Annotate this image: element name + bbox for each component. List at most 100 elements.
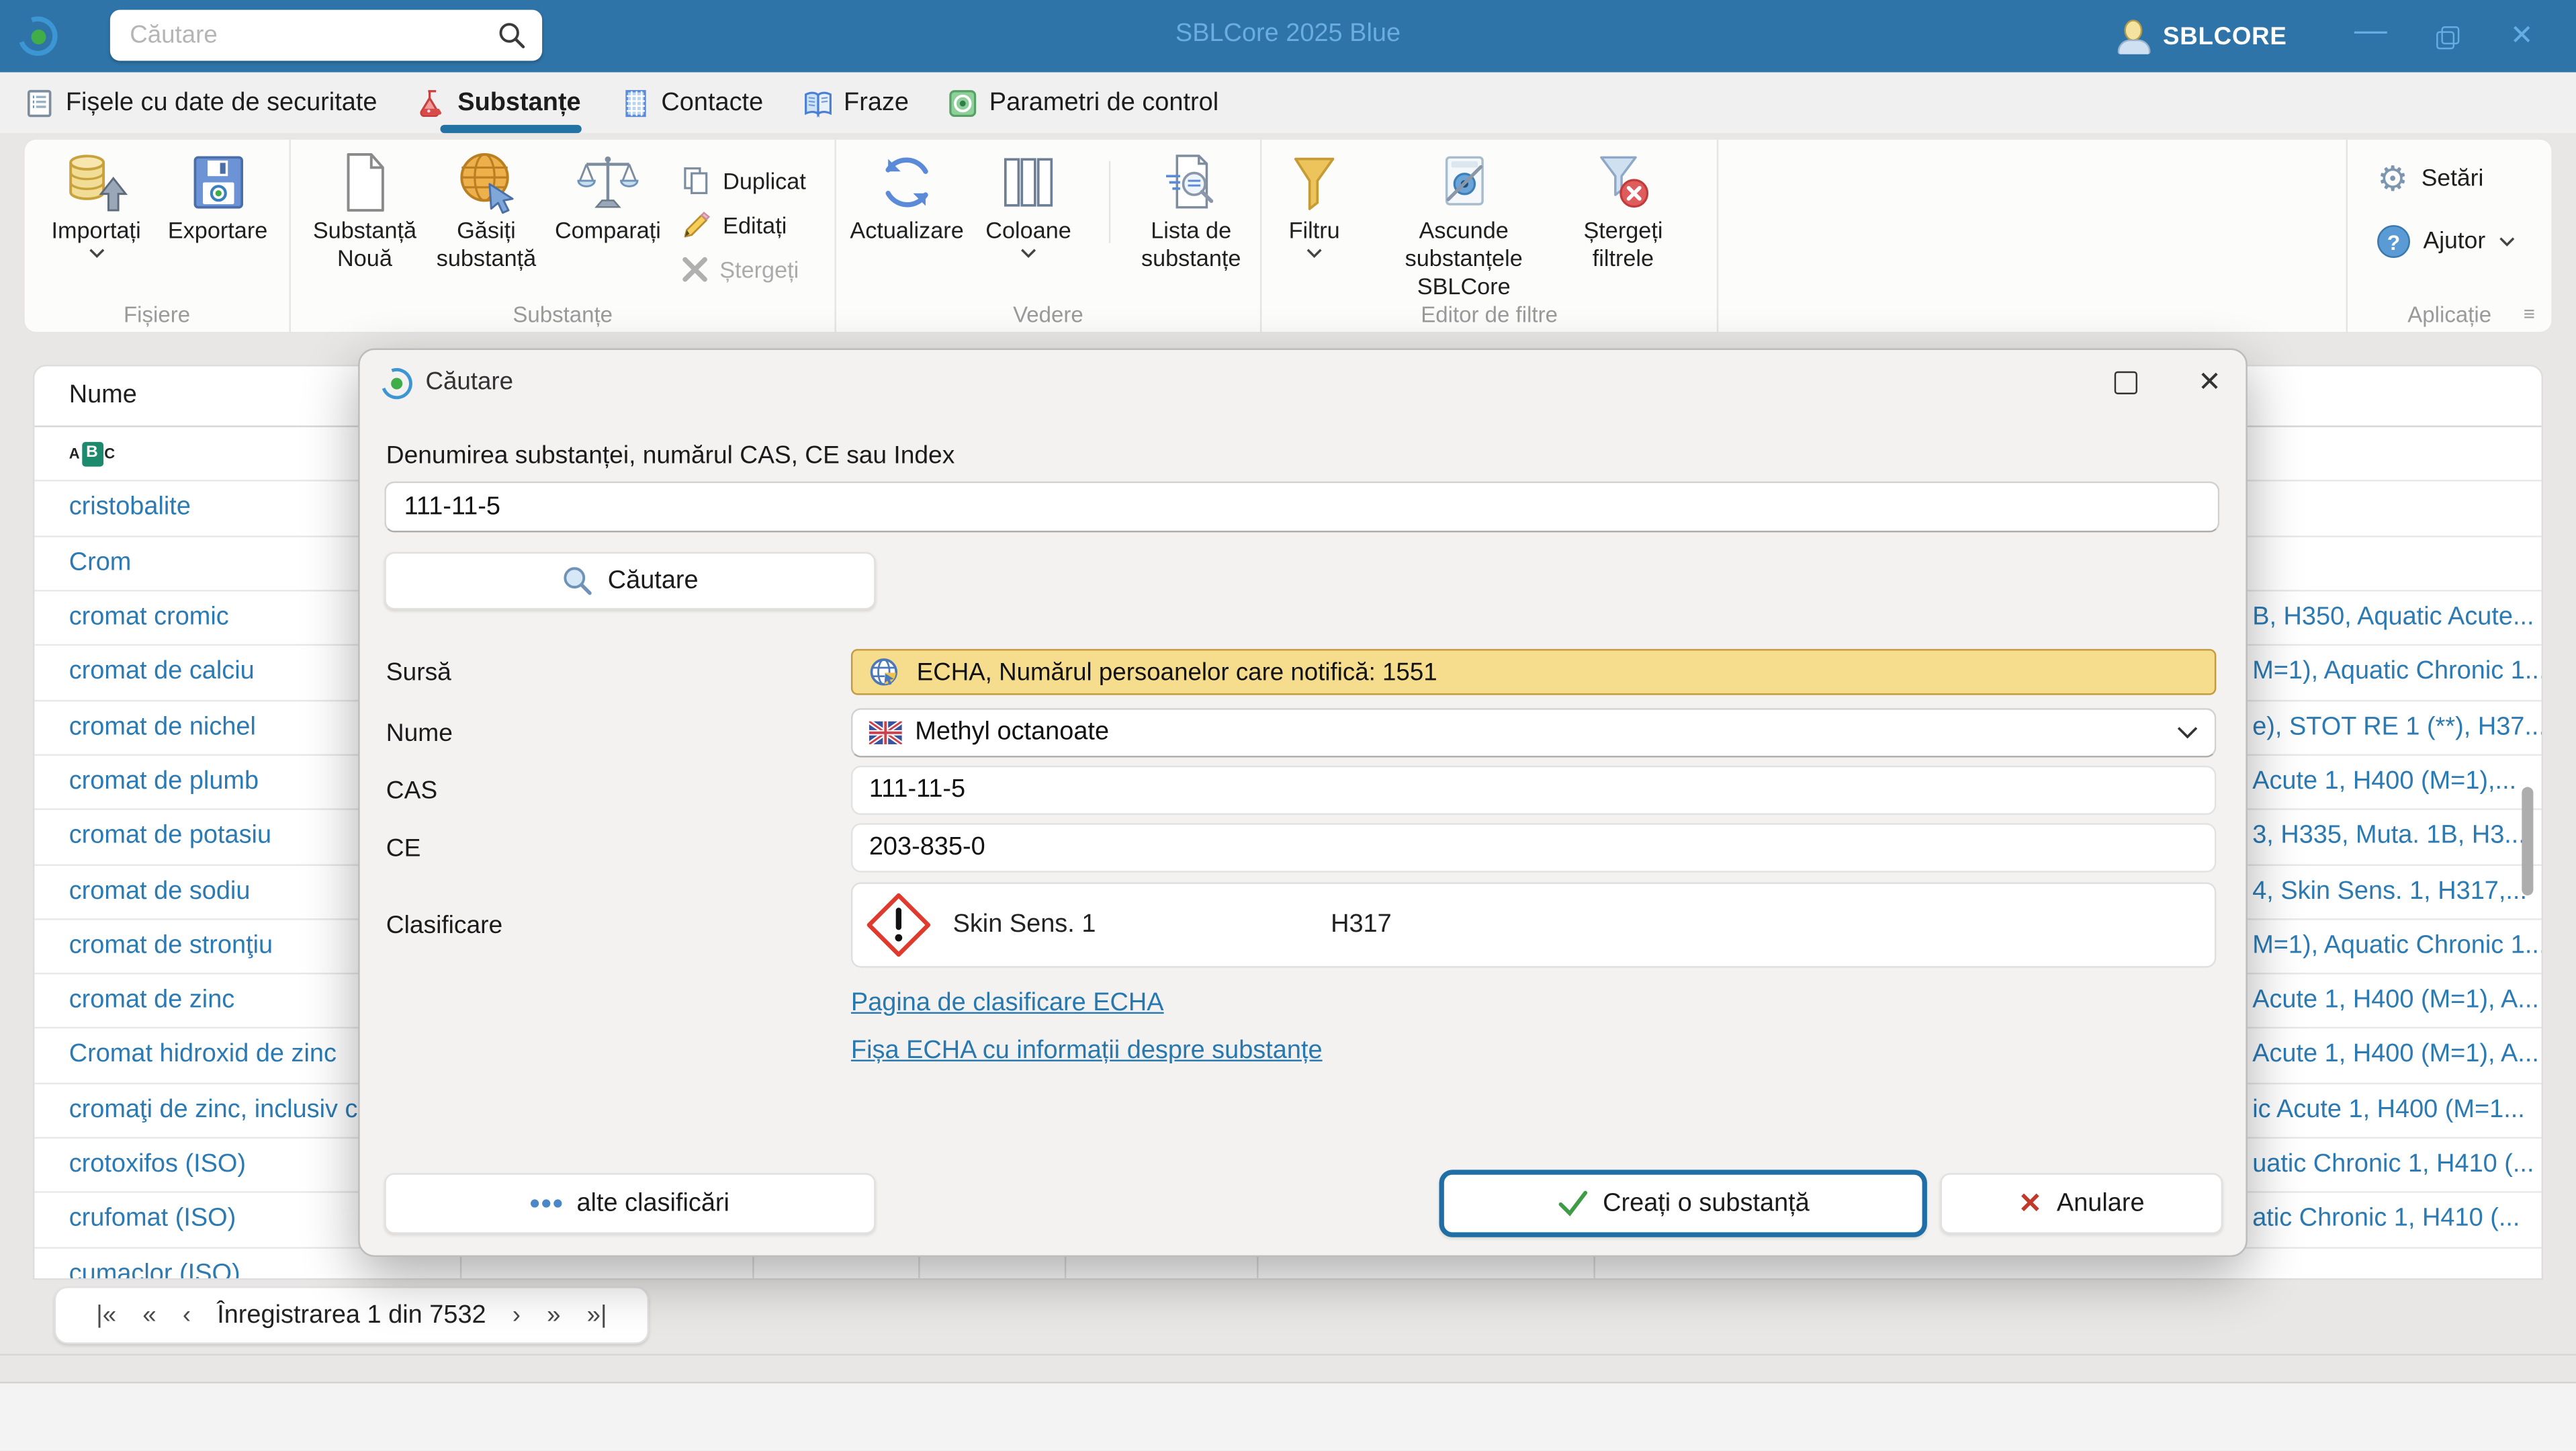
query-input[interactable]: [384, 482, 2219, 533]
import-button[interactable]: Importați: [38, 148, 153, 258]
settings-button[interactable]: ⚙ Setări: [2377, 163, 2551, 195]
globe-search-icon: [453, 148, 519, 217]
classification-fragment: Acute 1, H400 (M=1), A...: [2252, 1029, 2539, 1082]
prev-record-button[interactable]: ‹: [183, 1301, 191, 1329]
name-value: Methyl octanoate: [915, 718, 1109, 748]
last-record-button[interactable]: »|: [587, 1301, 607, 1329]
control-target-icon: [948, 88, 978, 118]
check-icon: [1557, 1190, 1588, 1218]
chevron-down-icon: [1020, 248, 1036, 258]
classification-fragment: M=1), Aquatic Chronic 1...: [2252, 920, 2543, 973]
classification-fragment: atic Chronic 1, H410 (...: [2252, 1194, 2520, 1247]
minimize-button[interactable]: —: [2333, 0, 2409, 77]
echa-classification-link[interactable]: Pagina de clasificare ECHA: [851, 989, 1164, 1018]
edit-button[interactable]: Editați: [682, 207, 806, 243]
other-classifications-button[interactable]: alte clasificări: [384, 1173, 875, 1233]
dialog-search-button[interactable]: Căutare: [384, 552, 875, 610]
dialog-close-button[interactable]: ✕: [2186, 360, 2232, 406]
tab-fraze[interactable]: Fraze: [803, 73, 909, 133]
source-result-bar[interactable]: ECHA, Numărul persoanelor care notifică:…: [851, 649, 2216, 695]
app-window: SBLCore 2025 Blue SBLCORE — ✕ Fișele cu …: [0, 0, 2576, 1451]
compare-button[interactable]: Comparați: [550, 148, 665, 288]
group-label-aplicatie: Aplicație≡: [2348, 302, 2551, 327]
tab-substante[interactable]: Substanțe: [416, 73, 580, 133]
user-avatar-icon: [2115, 18, 2151, 54]
account-label[interactable]: SBLCORE: [2163, 22, 2287, 50]
vedere-inner-separator: [1109, 161, 1110, 243]
ce-label: CE: [386, 834, 421, 863]
ribbon-group-editor-filtre: Filtru Ascunde substanțeleSBLCore Șterge…: [1261, 140, 1718, 332]
group-options-icon[interactable]: ≡: [2524, 302, 2535, 325]
cas-field[interactable]: 111-11-5: [851, 766, 2216, 815]
ribbon-group-fisiere: Importați Exportare Fișiere: [25, 140, 291, 332]
hidden-eye-icon: [1433, 148, 1495, 217]
echa-infocard-link[interactable]: Fișa ECHA cu informații despre substanțe: [851, 1037, 1323, 1066]
ribbon-group-aplicatie: ⚙ Setări ? Ajutor Aplicație≡: [2346, 140, 2552, 332]
dialog-maximize-button[interactable]: [2115, 371, 2137, 394]
classification-label: Clasificare: [386, 912, 502, 940]
delete-button[interactable]: Ștergeți: [682, 251, 806, 288]
close-button[interactable]: ✕: [2484, 0, 2560, 73]
new-substance-button[interactable]: SubstanțăNouă: [307, 148, 422, 288]
record-counter: Înregistrarea 1 din 7532: [217, 1301, 486, 1330]
classification-fragment: M=1), Aquatic Chronic 1...: [2252, 646, 2543, 699]
clear-filters-button[interactable]: Ștergețifiltrele: [1570, 148, 1676, 300]
classification-fragment: e), STOT RE 1 (**), H37...: [2252, 701, 2543, 754]
search-dialog: Căutare ✕ Denumirea substanței, numărul …: [358, 349, 2248, 1258]
hide-sblcore-substances-button[interactable]: Ascunde substanțeleSBLCore: [1364, 148, 1564, 300]
divider: [0, 1354, 2576, 1355]
red-x-icon: ✕: [2018, 1187, 2042, 1220]
next-record-button[interactable]: ›: [513, 1301, 521, 1329]
name-select[interactable]: Methyl octanoate: [851, 708, 2216, 757]
group-label-substante: Substanțe: [291, 302, 835, 327]
building-icon: [620, 88, 650, 118]
vertical-scrollbar[interactable]: [2522, 787, 2533, 895]
dialog-title: Căutare: [425, 368, 513, 396]
tab-fise-date-securitate[interactable]: Fișele cu date de securitate: [25, 73, 377, 133]
delete-x-icon: [682, 257, 708, 283]
classification-fragment: 4, Skin Sens. 1, H317,...: [2252, 865, 2527, 918]
tab-contacte[interactable]: Contacte: [620, 73, 763, 133]
source-label: Sursă: [386, 659, 451, 687]
query-label: Denumirea substanței, numărul CAS, CE sa…: [386, 442, 955, 470]
titlebar: SBLCore 2025 Blue SBLCORE — ✕: [0, 0, 2576, 73]
create-substance-button[interactable]: Creați o substanță: [1439, 1170, 1927, 1237]
substance-list-button[interactable]: Lista desubstanțe: [1134, 148, 1249, 273]
help-button[interactable]: ? Ajutor: [2377, 225, 2551, 258]
classification-fragment: B, H350, Aquatic Acute...: [2252, 591, 2534, 644]
search-icon: [562, 565, 592, 596]
cancel-button[interactable]: ✕ Anulare: [1940, 1173, 2223, 1233]
database-import-icon: [63, 148, 129, 217]
classification-fragment: uatic Chronic 1, H410 (...: [2252, 1139, 2534, 1192]
columns-button[interactable]: Coloane: [971, 148, 1085, 273]
prev-page-button[interactable]: «: [142, 1301, 156, 1329]
classification-fragment: Acute 1, H400 (M=1), A...: [2252, 975, 2539, 1028]
first-record-button[interactable]: |«: [96, 1301, 116, 1329]
restore-button[interactable]: [2409, 0, 2485, 73]
export-button[interactable]: Exportare: [160, 148, 275, 258]
find-substance-button[interactable]: Găsițisubstanță: [429, 148, 543, 288]
classification-fragment: ic Acute 1, H400 (M=1...: [2252, 1084, 2525, 1137]
duplicate-button[interactable]: Duplicat: [682, 163, 806, 199]
gear-icon: ⚙: [2377, 163, 2408, 195]
tab-parametri-control[interactable]: Parametri de control: [948, 73, 1218, 133]
next-page-button[interactable]: »: [547, 1301, 560, 1329]
ghs07-exclamation-pictogram: [866, 892, 932, 958]
columns-icon: [999, 148, 1058, 217]
abc-sort-icon: ABC: [69, 427, 115, 480]
ribbon-toolbar: Importați Exportare Fișiere SubstanțăNou…: [23, 138, 2553, 333]
main-tabs: Fișele cu date de securitate Substanțe C…: [0, 73, 2576, 133]
classification-fragment: Acute 1, H400 (M=1),...: [2252, 756, 2516, 809]
h-code: H317: [1331, 910, 1392, 940]
chevron-down-icon: [2177, 726, 2199, 740]
dots-icon: [531, 1199, 562, 1207]
group-label-editor-filtre: Editor de filtre: [1261, 302, 1716, 327]
ribbon-group-vedere: Actualizare Coloane Lista desubstanțe Ve…: [836, 140, 1261, 332]
clear-filter-icon: [1592, 148, 1654, 217]
record-pager: |« « ‹ Înregistrarea 1 din 7532 › » »|: [54, 1286, 649, 1344]
pencil-icon: [682, 210, 711, 240]
filter-button[interactable]: Filtru: [1272, 148, 1357, 300]
refresh-button[interactable]: Actualizare: [849, 148, 964, 273]
ce-field[interactable]: 203-835-0: [851, 823, 2216, 872]
filter-funnel-icon: [1283, 148, 1345, 217]
